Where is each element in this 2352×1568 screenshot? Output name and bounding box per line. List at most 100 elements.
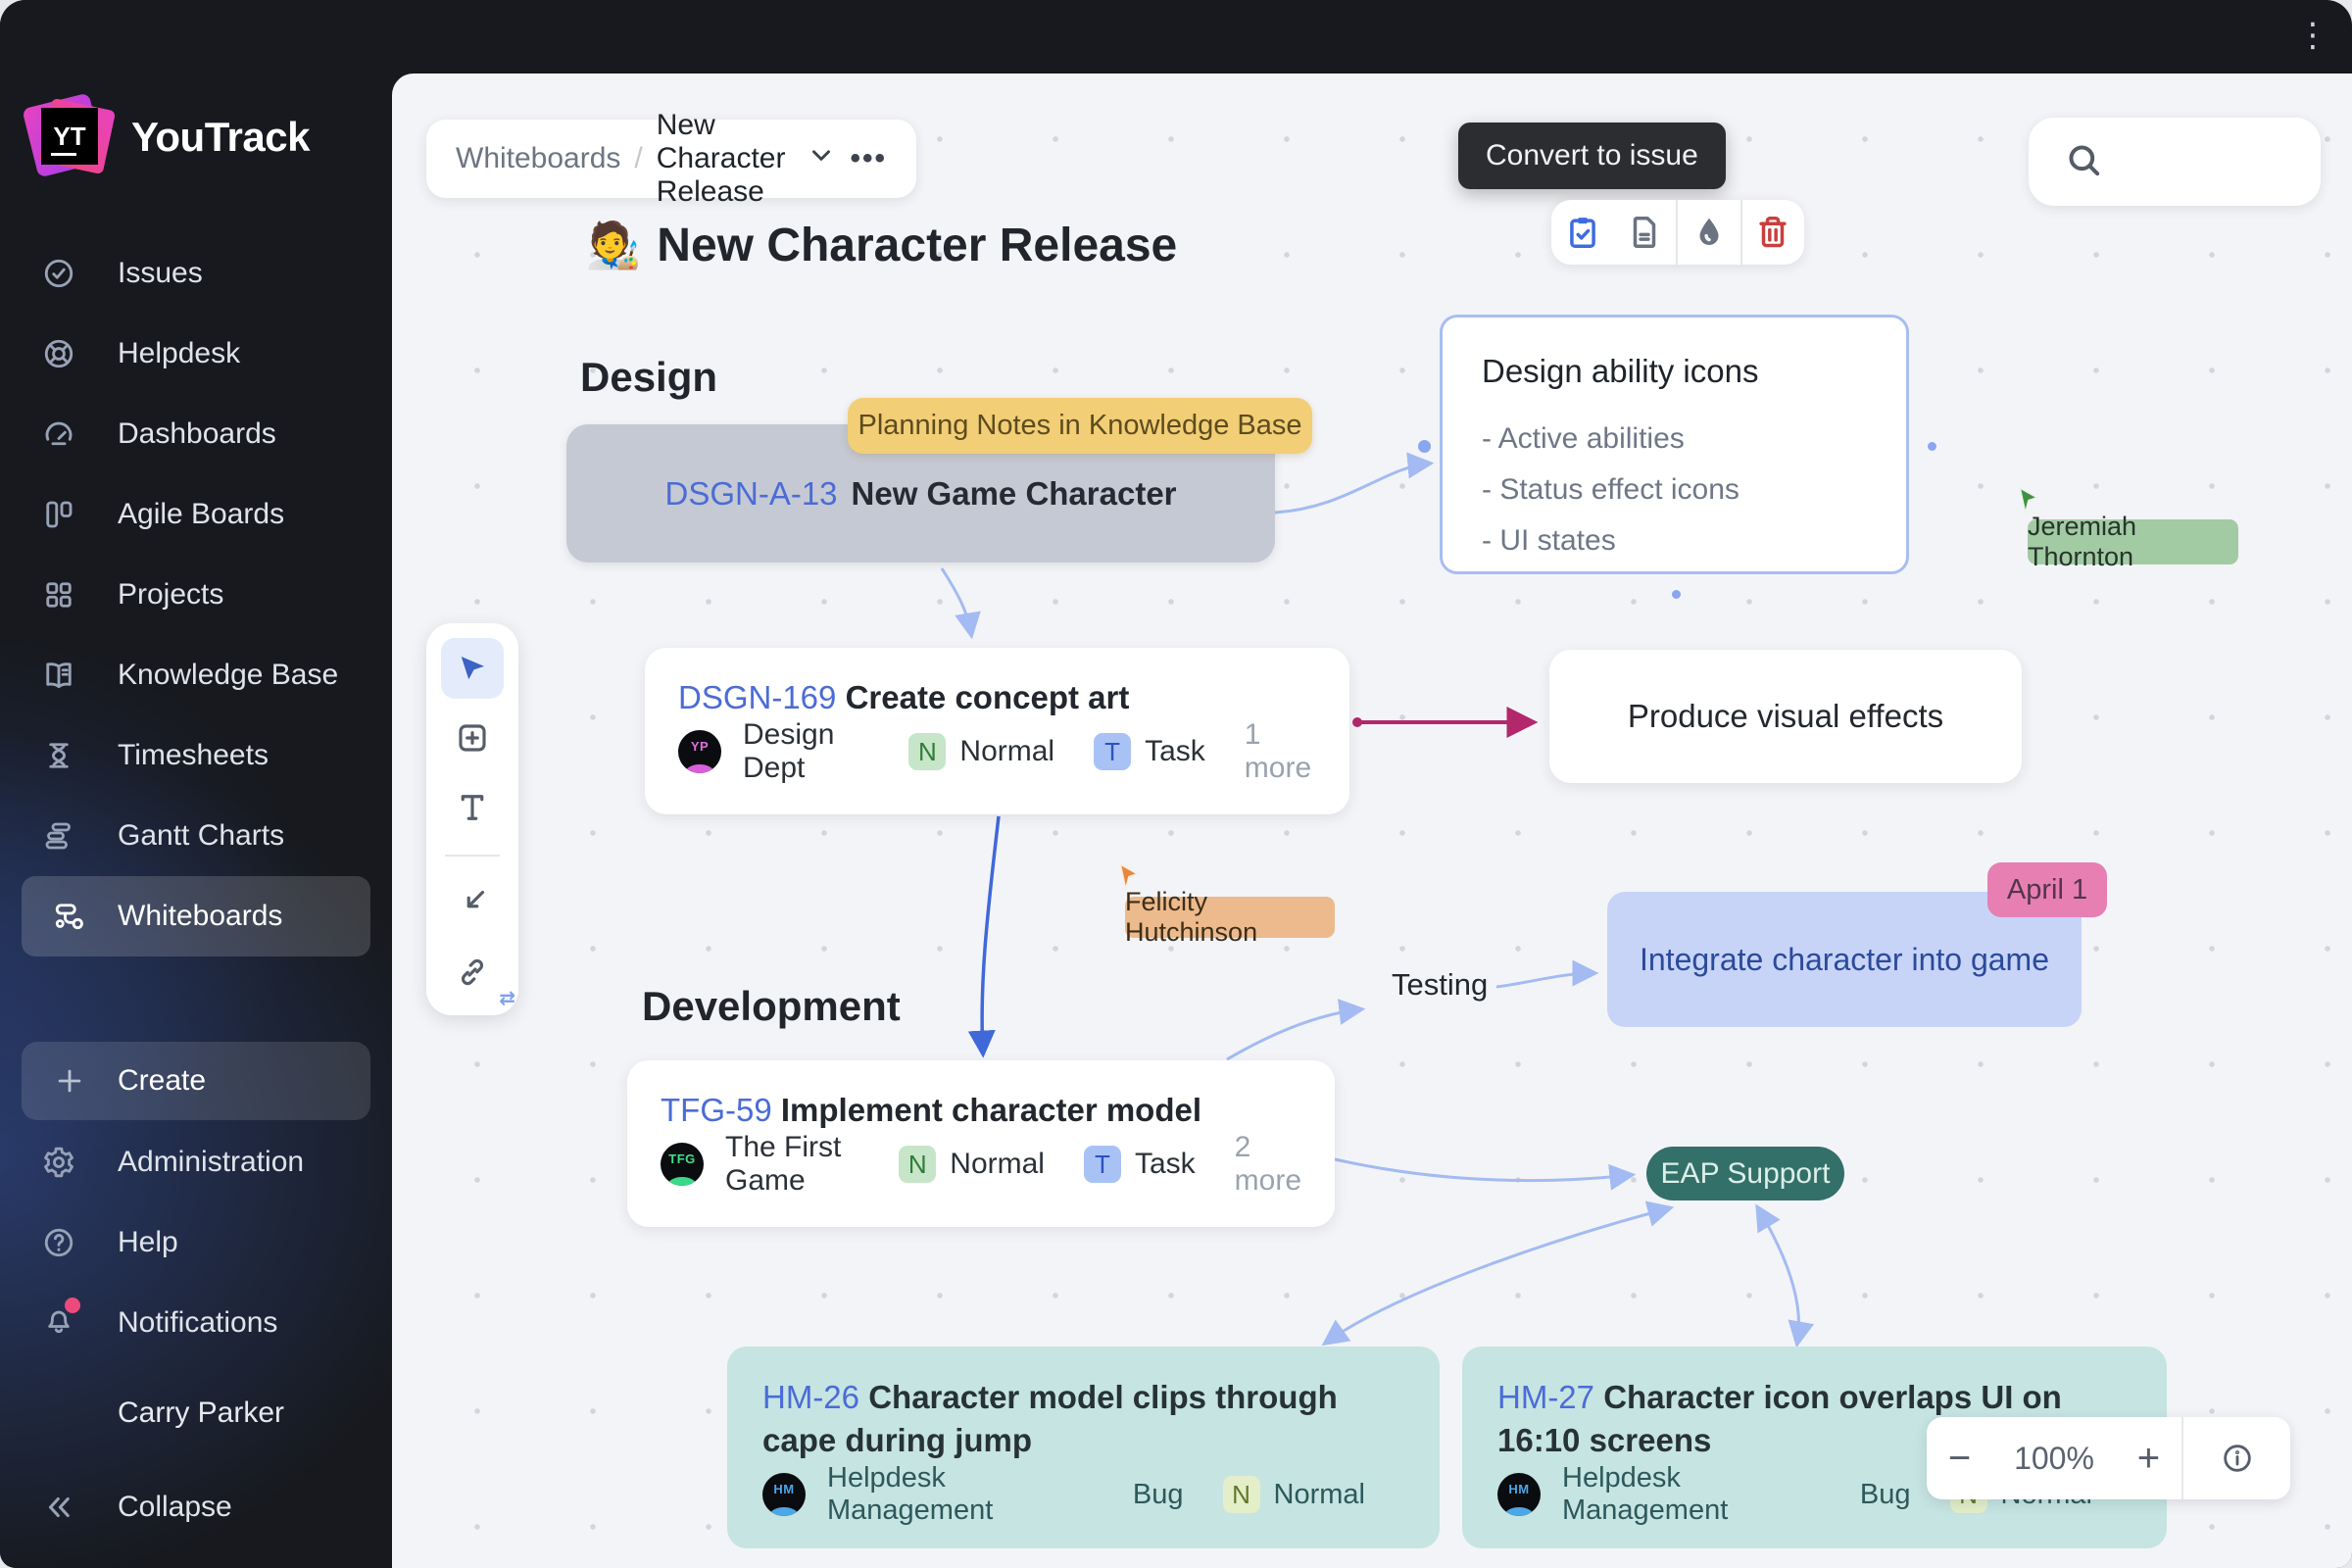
link-icon — [455, 955, 490, 990]
connection-handle[interactable] — [1672, 590, 1681, 599]
droplet-icon[interactable] — [1676, 200, 1740, 265]
card-hm-26[interactable]: HM-26 Character model clips through cape… — [727, 1347, 1440, 1548]
tool-palette: ⇄ — [426, 623, 518, 1015]
collapse-sidebar-button[interactable]: Collapse — [0, 1467, 392, 1547]
create-button[interactable]: Create — [22, 1042, 370, 1120]
collaborator-avatars[interactable] — [2144, 125, 2319, 198]
browser-menu-icon[interactable]: ⋮ — [2291, 14, 2334, 57]
sidebar-item-label: Issues — [118, 257, 203, 290]
more-options-icon[interactable]: ••• — [850, 142, 887, 175]
section-heading-design[interactable]: Design — [580, 354, 717, 401]
breadcrumb: Whiteboards / New Character Release ••• — [426, 120, 916, 198]
text-tool-button[interactable] — [441, 777, 504, 838]
label-eap-support[interactable]: EAP Support — [1646, 1147, 1844, 1200]
connector-tfg59-to-testing — [1227, 1009, 1360, 1059]
board-title[interactable]: 🧑‍🎨 New Character Release — [585, 219, 1177, 272]
sidebar-item-label: Notifications — [118, 1306, 277, 1340]
card-dsgn-169[interactable]: DSGN-169 Create concept art YP Design De… — [645, 648, 1349, 814]
sidebar-item-knowledge-base[interactable]: Knowledge Base — [0, 635, 392, 715]
priority-badge: N — [908, 733, 946, 770]
sidebar-item-label: Helpdesk — [118, 337, 240, 370]
collapse-label: Collapse — [118, 1491, 232, 1524]
issue-id[interactable]: DSGN-169 — [678, 679, 836, 715]
sidebar-user[interactable]: Carry Parker — [0, 1376, 392, 1450]
sidebar-item-agile-boards[interactable]: Agile Boards — [0, 474, 392, 555]
issue-id[interactable]: TFG-59 — [661, 1092, 772, 1128]
sidebar-item-label: Administration — [118, 1146, 304, 1179]
project-avatar: HM — [762, 1473, 806, 1516]
type-label: Bug — [1860, 1479, 1911, 1511]
issue-title: Create concept art — [846, 679, 1130, 715]
date-badge[interactable]: April 1 — [1987, 862, 2107, 917]
double-chevron-left-icon — [0, 1491, 118, 1524]
issue-id[interactable]: DSGN-A-13 — [664, 475, 837, 513]
remote-cursor-icon — [1117, 863, 1143, 891]
section-heading-development[interactable]: Development — [642, 983, 901, 1030]
connector-dsgn169-to-tfg59 — [982, 816, 999, 1053]
sidebar-nav: Issues Helpdesk Dashboards Agile Boards … — [0, 233, 392, 956]
avatar — [33, 1383, 94, 1444]
sidebar-item-administration[interactable]: Administration — [0, 1122, 392, 1202]
artist-emoji: 🧑‍🎨 — [585, 219, 641, 272]
add-shape-tool-button[interactable] — [441, 708, 504, 768]
card-produce-visual-effects[interactable]: Produce visual effects — [1549, 650, 2022, 783]
issue-id[interactable]: HM-27 — [1497, 1379, 1594, 1415]
sidebar-item-projects[interactable]: Projects — [0, 555, 392, 635]
type-label: Task — [1145, 735, 1205, 768]
text-label-testing[interactable]: Testing — [1392, 967, 1488, 1003]
sidebar-item-label: Timesheets — [118, 739, 269, 772]
youtrack-logo-icon: YT — [27, 96, 110, 178]
info-button[interactable] — [2183, 1417, 2290, 1499]
connector-hm26-to-eap — [1326, 1208, 1669, 1343]
type-label: Bug — [1133, 1479, 1184, 1511]
info-icon — [2221, 1442, 2254, 1475]
whiteboard-canvas[interactable]: Whiteboards / New Character Release ••• … — [392, 74, 2352, 1568]
zoom-out-button[interactable]: − — [1948, 1439, 1971, 1478]
list-item: - Status effect icons — [1482, 465, 1867, 515]
user-name: Carry Parker — [118, 1396, 284, 1430]
more-fields-label[interactable]: 1 more — [1245, 718, 1316, 785]
insert-tool-button[interactable] — [441, 872, 504, 933]
sidebar-item-label: Dashboards — [118, 417, 276, 451]
issue-title: Implement character model — [781, 1092, 1201, 1128]
sidebar-item-label: Agile Boards — [118, 498, 284, 531]
trash-icon[interactable] — [1740, 200, 1805, 265]
list-item: - Active abilities — [1482, 414, 1867, 465]
card-design-ability-icons[interactable]: Design ability icons - Active abilities … — [1440, 315, 1909, 574]
priority-badge: N — [899, 1146, 936, 1183]
connection-handle[interactable] — [1418, 440, 1431, 453]
select-tool-button[interactable] — [441, 638, 504, 699]
connector-hm27-to-eap — [1758, 1208, 1799, 1343]
more-fields-label[interactable]: 2 more — [1235, 1131, 1301, 1198]
gear-icon — [0, 1145, 118, 1180]
sidebar-footer: Administration Help Notifications — [0, 1122, 392, 1363]
chevron-down-icon[interactable] — [807, 140, 836, 177]
sidebar-item-helpdesk[interactable]: Helpdesk — [0, 314, 392, 394]
clipboard-check-icon[interactable] — [1551, 200, 1614, 265]
sidebar-item-help[interactable]: Help — [0, 1202, 392, 1283]
youtrack-logo[interactable]: YT YouTrack — [27, 96, 310, 178]
plus-icon — [22, 1064, 118, 1098]
card-tfg-59[interactable]: TFG-59 Implement character model TFG The… — [627, 1060, 1335, 1227]
zoom-in-button[interactable]: + — [2137, 1439, 2160, 1478]
connector-epic-to-dsgn169 — [942, 568, 971, 634]
gantt-bars-icon — [0, 818, 118, 854]
issue-title: New Game Character — [852, 475, 1177, 513]
sidebar-item-dashboards[interactable]: Dashboards — [0, 394, 392, 474]
search-icon[interactable] — [2064, 140, 2103, 184]
breadcrumb-current[interactable]: New Character Release — [657, 109, 794, 209]
connection-handle[interactable] — [1928, 442, 1936, 451]
sidebar-item-label: Help — [118, 1226, 178, 1259]
project-name: Helpdesk Management — [827, 1462, 1080, 1527]
link-tool-button[interactable]: ⇄ — [441, 942, 504, 1003]
sidebar-item-timesheets[interactable]: Timesheets — [0, 715, 392, 796]
sidebar-item-notifications[interactable]: Notifications — [0, 1283, 392, 1363]
issue-id[interactable]: HM-26 — [762, 1379, 859, 1415]
document-icon[interactable] — [1614, 200, 1677, 265]
breadcrumb-whiteboards[interactable]: Whiteboards — [456, 142, 620, 175]
sidebar-item-issues[interactable]: Issues — [0, 233, 392, 314]
sidebar-item-whiteboards[interactable]: Whiteboards — [22, 876, 370, 956]
sidebar-item-gantt-charts[interactable]: Gantt Charts — [0, 796, 392, 876]
sticky-note[interactable]: Planning Notes in Knowledge Base — [848, 398, 1312, 454]
check-circle-icon — [0, 256, 118, 291]
